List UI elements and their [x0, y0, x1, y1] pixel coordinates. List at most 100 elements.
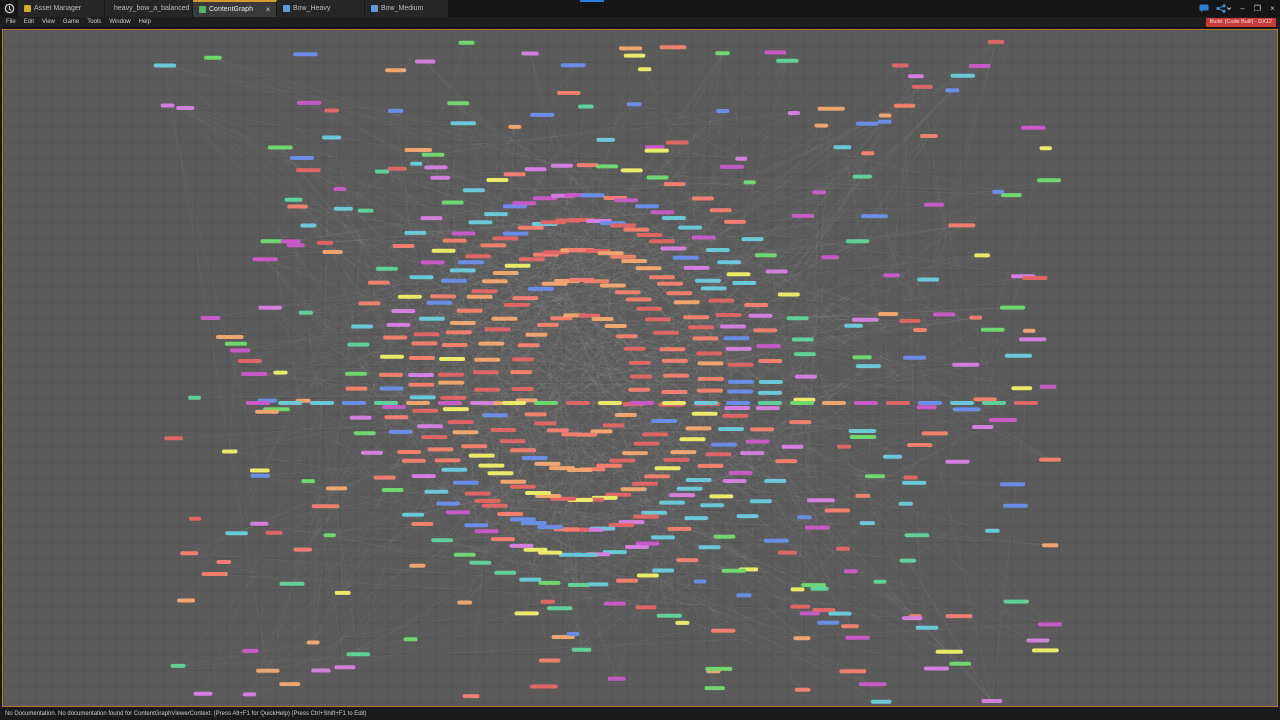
graph-node[interactable]	[578, 104, 594, 109]
graph-node[interactable]	[490, 428, 517, 432]
graph-node[interactable]	[705, 452, 732, 457]
graph-node[interactable]	[666, 291, 693, 296]
graph-node[interactable]	[491, 316, 518, 321]
graph-node[interactable]	[474, 529, 499, 534]
graph-node[interactable]	[848, 429, 877, 433]
graph-node[interactable]	[684, 516, 709, 521]
graph-node[interactable]	[430, 175, 450, 180]
graph-node[interactable]	[636, 573, 659, 578]
graph-node[interactable]	[653, 330, 680, 335]
graph-node[interactable]	[1003, 503, 1028, 508]
graph-node[interactable]	[441, 343, 468, 347]
graph-node[interactable]	[468, 453, 495, 458]
graph-node[interactable]	[430, 294, 457, 299]
graph-node[interactable]	[673, 300, 700, 305]
graph-node[interactable]	[346, 652, 370, 657]
graph-node[interactable]	[836, 546, 850, 551]
graph-node[interactable]	[999, 482, 1026, 487]
graph-node[interactable]	[503, 302, 530, 307]
graph-node[interactable]	[886, 401, 910, 405]
graph-node[interactable]	[614, 198, 639, 203]
graph-node[interactable]	[279, 682, 301, 687]
graph-node[interactable]	[824, 508, 850, 513]
graph-node[interactable]	[642, 432, 669, 437]
graph-node[interactable]	[741, 237, 764, 242]
graph-node[interactable]	[698, 545, 721, 550]
graph-node[interactable]	[242, 648, 259, 653]
graph-node[interactable]	[672, 255, 699, 260]
graph-node[interactable]	[358, 301, 381, 306]
graph-node[interactable]	[265, 530, 283, 535]
graph-node[interactable]	[452, 480, 479, 485]
graph-node[interactable]	[374, 401, 398, 405]
graph-node[interactable]	[654, 466, 681, 471]
graph-node[interactable]	[754, 253, 777, 258]
graph-node[interactable]	[504, 263, 531, 268]
graph-node[interactable]	[242, 692, 257, 697]
graph-node[interactable]	[982, 401, 1006, 405]
graph-node[interactable]	[164, 436, 183, 441]
graph-node[interactable]	[441, 467, 468, 472]
graph-node[interactable]	[392, 244, 415, 248]
graph-node[interactable]	[431, 248, 456, 253]
graph-node[interactable]	[464, 491, 491, 496]
graph-node[interactable]	[380, 354, 404, 359]
graph-node[interactable]	[807, 498, 835, 503]
graph-node[interactable]	[473, 370, 499, 375]
graph-node[interactable]	[950, 401, 974, 405]
graph-node[interactable]	[700, 286, 727, 291]
graph-node[interactable]	[409, 395, 436, 400]
graph-node[interactable]	[534, 421, 557, 426]
graph-node[interactable]	[512, 357, 535, 362]
graph-node[interactable]	[518, 257, 545, 262]
graph-node[interactable]	[293, 52, 318, 57]
graph-node[interactable]	[623, 227, 650, 232]
graph-node[interactable]	[651, 419, 678, 423]
graph-node[interactable]	[177, 598, 195, 603]
graph-node[interactable]	[280, 239, 301, 244]
graph-node[interactable]	[775, 459, 798, 464]
titlebar-drag-area[interactable]	[449, 0, 1195, 17]
graph-node[interactable]	[777, 292, 800, 297]
graph-node[interactable]	[415, 59, 436, 64]
graph-node[interactable]	[597, 251, 624, 256]
content-graph-viewport[interactable]	[2, 29, 1278, 707]
graph-node[interactable]	[844, 323, 863, 328]
graph-node[interactable]	[357, 208, 374, 213]
graph-node[interactable]	[1023, 328, 1036, 333]
graph-node[interactable]	[898, 501, 913, 506]
graph-node[interactable]	[870, 699, 892, 704]
graph-node[interactable]	[461, 444, 488, 449]
graph-node[interactable]	[945, 88, 960, 93]
graph-node[interactable]	[478, 463, 505, 468]
graph-node[interactable]	[404, 230, 427, 235]
graph-node[interactable]	[484, 327, 511, 332]
graph-node[interactable]	[487, 471, 514, 476]
graph-node[interactable]	[464, 523, 489, 528]
graph-node[interactable]	[893, 103, 916, 108]
graph-node[interactable]	[424, 489, 449, 494]
graph-node[interactable]	[296, 100, 322, 105]
graph-node[interactable]	[474, 498, 501, 503]
graph-node[interactable]	[711, 442, 737, 447]
graph-node[interactable]	[474, 387, 501, 392]
graph-node[interactable]	[646, 175, 669, 180]
graph-node[interactable]	[736, 514, 759, 519]
graph-node[interactable]	[420, 260, 445, 265]
graph-node[interactable]	[777, 550, 798, 555]
graph-node[interactable]	[295, 168, 321, 173]
graph-node[interactable]	[972, 425, 994, 429]
graph-node[interactable]	[604, 324, 627, 328]
graph-node[interactable]	[434, 458, 461, 463]
graph-node[interactable]	[189, 516, 202, 521]
graph-node[interactable]	[478, 341, 505, 346]
graph-node[interactable]	[500, 479, 527, 484]
graph-node[interactable]	[630, 374, 652, 379]
graph-node[interactable]	[576, 163, 599, 168]
graph-node[interactable]	[502, 231, 529, 236]
graph-node[interactable]	[1039, 146, 1052, 151]
graph-node[interactable]	[715, 51, 730, 56]
graph-node[interactable]	[821, 255, 839, 260]
graph-node[interactable]	[596, 164, 619, 169]
graph-node[interactable]	[985, 528, 1000, 533]
